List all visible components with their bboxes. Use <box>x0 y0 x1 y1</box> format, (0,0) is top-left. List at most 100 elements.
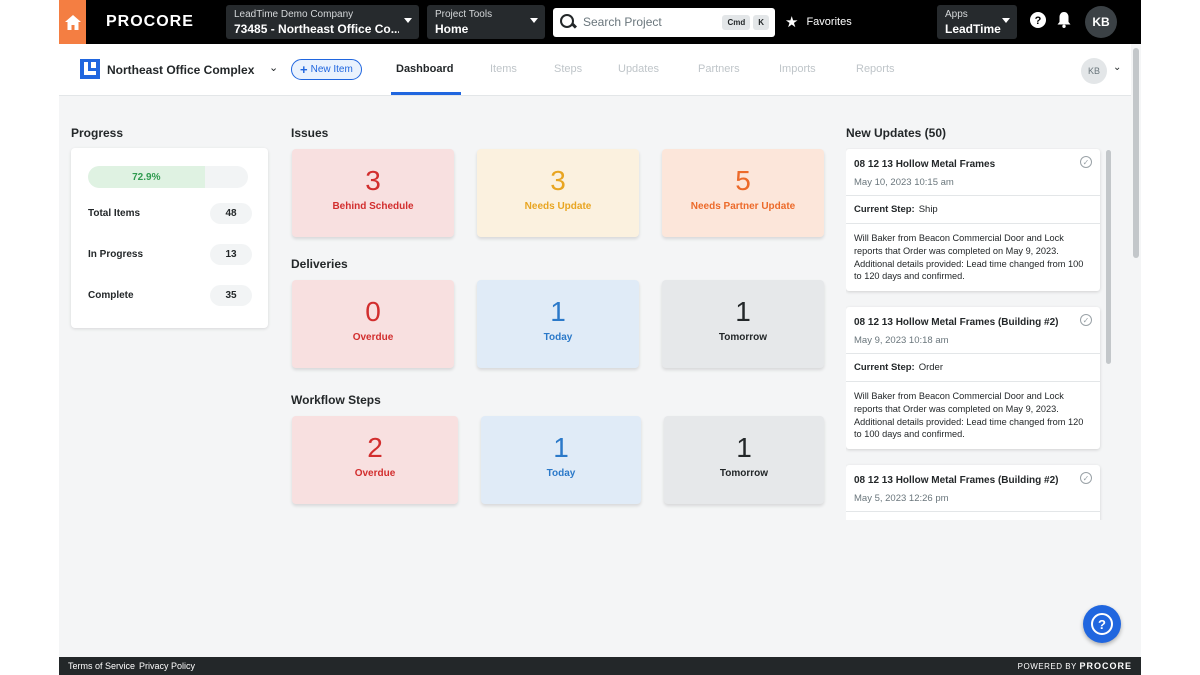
procore-logo[interactable]: PROCORE <box>86 13 226 31</box>
help-fab-button[interactable]: ? <box>1083 605 1121 643</box>
update-body: Will Baker from Beacon Commercial Door a… <box>854 391 1084 440</box>
notifications-button[interactable] <box>1051 11 1077 33</box>
chevron-down-icon[interactable]: ⌄ <box>1113 62 1121 73</box>
new-item-label: New Item <box>310 64 353 75</box>
search-icon <box>559 13 577 31</box>
tab-updates[interactable]: Updates <box>618 63 659 75</box>
stat-label: In Progress <box>88 248 144 260</box>
privacy-link[interactable]: Privacy Policy <box>139 661 195 671</box>
tab-dashboard[interactable]: Dashboard <box>396 63 453 75</box>
update-title: 08 12 13 Hollow Metal Frames (Building #… <box>854 475 1059 486</box>
stat-value: 35 <box>210 284 252 306</box>
project-tools-dropdown[interactable]: Project Tools Home <box>427 5 545 39</box>
stat-label: Total Items <box>88 207 141 219</box>
step-label: Current Step: <box>854 362 915 373</box>
stat-total-items: Total Items 48 <box>88 202 252 224</box>
scrollbar-thumb[interactable] <box>1133 48 1139 258</box>
tile-count: 3 <box>550 165 566 196</box>
project-logo-icon <box>80 59 100 79</box>
update-current-step: Current Step: Ship <box>846 196 1100 224</box>
stat-label: Complete <box>88 289 134 301</box>
step-label: Current Step: <box>854 204 915 215</box>
page-scrollbar[interactable] <box>1131 44 1141 656</box>
progress-bar: 72.9% <box>88 166 248 188</box>
update-date: May 5, 2023 12:26 pm <box>854 493 949 504</box>
chevron-down-icon[interactable]: ⌄ <box>269 61 278 74</box>
new-item-button[interactable]: + New Item <box>291 59 362 80</box>
update-card[interactable]: 08 12 13 Hollow Metal Frames May 10, 202… <box>846 149 1100 292</box>
apps-label: Apps <box>945 9 968 20</box>
tab-steps[interactable]: Steps <box>554 63 582 75</box>
step-value: Ship <box>918 204 938 215</box>
project-name[interactable]: Northeast Office Complex <box>107 63 254 77</box>
apps-dropdown[interactable]: Apps LeadTime <box>937 5 1017 39</box>
company-label: LeadTime Demo Company <box>234 9 354 20</box>
update-body: Will Baker from Beacon Commercial Door a… <box>854 233 1084 282</box>
search-input[interactable] <box>583 15 720 29</box>
help-icon: ? <box>1030 11 1046 28</box>
issue-tile-needs-update[interactable]: 3 Needs Update <box>477 149 639 237</box>
tab-partners[interactable]: Partners <box>698 63 740 75</box>
project-value: 73485 - Northeast Office Co... <box>234 22 399 36</box>
delivery-tile-today[interactable]: 1 Today <box>477 280 639 368</box>
favorites-button[interactable]: ★ Favorites <box>785 13 935 31</box>
stat-complete: Complete 35 <box>88 284 252 306</box>
workflow-title: Workflow Steps <box>291 393 381 407</box>
tab-items[interactable]: Items <box>490 63 517 75</box>
update-date: May 9, 2023 10:18 am <box>854 335 949 346</box>
user-avatar[interactable]: KB <box>1085 6 1117 38</box>
update-title: 08 12 13 Hollow Metal Frames (Building #… <box>854 317 1059 328</box>
project-bar: Northeast Office Complex ⌄ + New Item Das… <box>59 44 1131 96</box>
tile-count: 3 <box>365 165 381 196</box>
mark-read-check-icon[interactable]: ✓ <box>1080 156 1092 168</box>
chevron-down-icon <box>530 18 538 23</box>
user-menu-avatar[interactable]: KB <box>1081 58 1107 84</box>
search-bar[interactable]: Cmd K <box>553 7 775 37</box>
favorites-label: Favorites <box>806 16 852 28</box>
workflow-tile-today[interactable]: 1 Today <box>481 416 641 504</box>
updates-feed[interactable]: 08 12 13 Hollow Metal Frames May 10, 202… <box>846 148 1116 520</box>
update-title: 08 12 13 Hollow Metal Frames <box>854 159 996 170</box>
progress-title: Progress <box>71 126 124 140</box>
updates-scrollbar[interactable] <box>1106 150 1111 364</box>
delivery-tile-overdue[interactable]: 0 Overdue <box>292 280 454 368</box>
question-icon: ? <box>1091 613 1113 635</box>
mark-read-check-icon[interactable]: ✓ <box>1080 314 1092 326</box>
stat-value: 48 <box>210 202 252 224</box>
mark-read-check-icon[interactable]: ✓ <box>1080 472 1092 484</box>
workflow-tile-tomorrow[interactable]: 1 Tomorrow <box>664 416 824 504</box>
workflow-tile-overdue[interactable]: 2 Overdue <box>292 416 458 504</box>
update-card[interactable]: 08 12 13 Hollow Metal Frames (Building #… <box>846 465 1100 520</box>
issue-tile-needs-partner-update[interactable]: 5 Needs Partner Update <box>662 149 824 237</box>
tile-label: Needs Update <box>524 201 592 212</box>
footer: Terms of Service Privacy Policy POWERED … <box>59 657 1141 675</box>
bell-icon <box>1057 11 1071 28</box>
issue-tile-behind-schedule[interactable]: 3 Behind Schedule <box>292 149 454 237</box>
powered-by-brand: PROCORE <box>1079 661 1132 671</box>
svg-text:?: ? <box>1035 15 1042 27</box>
company-project-dropdown[interactable]: LeadTime Demo Company 73485 - Northeast … <box>226 5 419 39</box>
terms-link[interactable]: Terms of Service <box>68 661 135 671</box>
update-header: 08 12 13 Hollow Metal Frames May 10, 202… <box>846 149 1100 196</box>
progress-bar-fill: 72.9% <box>88 166 205 188</box>
top-nav: PROCORE LeadTime Demo Company 73485 - No… <box>59 0 1141 44</box>
tile-label: Overdue <box>354 468 396 479</box>
home-button[interactable] <box>59 0 86 44</box>
tile-label: Today <box>543 332 573 343</box>
tab-reports[interactable]: Reports <box>856 63 895 75</box>
shortcut-key-cmd: Cmd <box>722 14 751 30</box>
deliveries-title: Deliveries <box>291 257 348 271</box>
shortcut-key-k: K <box>753 14 769 30</box>
stat-in-progress: In Progress 13 <box>88 243 252 265</box>
help-button[interactable]: ? <box>1025 11 1051 33</box>
tab-imports[interactable]: Imports <box>779 63 816 75</box>
powered-by: POWERED BY PROCORE <box>1018 661 1132 671</box>
update-card[interactable]: 08 12 13 Hollow Metal Frames (Building #… <box>846 307 1100 450</box>
tile-count: 0 <box>365 296 381 327</box>
tile-label: Tomorrow <box>719 468 769 479</box>
tile-count: 2 <box>367 432 383 463</box>
delivery-tile-tomorrow[interactable]: 1 Tomorrow <box>662 280 824 368</box>
apps-value: LeadTime <box>945 22 1001 36</box>
stat-value: 13 <box>210 243 252 265</box>
tile-count: 1 <box>735 296 751 327</box>
